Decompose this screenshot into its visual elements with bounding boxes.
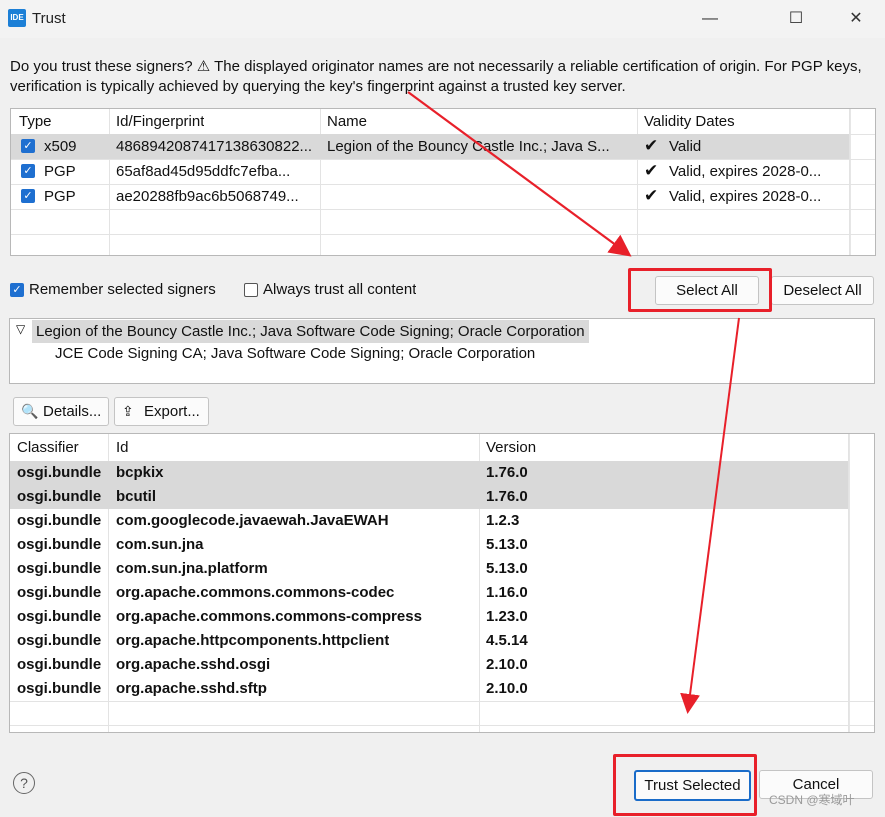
select-all-highlight-box xyxy=(628,268,772,312)
trust-message: Do you trust these signers? ⚠ The displa… xyxy=(10,58,862,95)
artifact-row[interactable]: osgi.bundle bcpkix 1.76.0 xyxy=(10,461,848,485)
signer-row[interactable]: ✓ PGP ae20288fb9ac6b5068749... ✔ Valid, … xyxy=(11,184,849,209)
signer-type: PGP xyxy=(44,188,76,205)
signer-checkbox[interactable]: ✓ xyxy=(21,164,35,178)
signer-checkbox[interactable]: ✓ xyxy=(21,189,35,203)
artifact-id: org.apache.httpcomponents.httpclient xyxy=(116,632,390,649)
artifact-row[interactable]: osgi.bundle org.apache.commons.commons-co… xyxy=(10,581,848,605)
ide-app-icon: IDE xyxy=(8,9,26,27)
signer-id: 4868942087417138630822... xyxy=(116,138,313,155)
signer-validity: Valid xyxy=(669,138,702,155)
artifact-classifier: osgi.bundle xyxy=(17,560,102,577)
artifact-id: com.sun.jna.platform xyxy=(116,560,268,577)
artifact-version: 1.76.0 xyxy=(486,488,528,505)
col-header-version[interactable]: Version xyxy=(486,439,536,456)
artifact-version: 1.23.0 xyxy=(486,608,528,625)
artifact-classifier: osgi.bundle xyxy=(17,632,102,649)
title-bar: IDE Trust — ☐ ✕ xyxy=(0,0,885,38)
col-header-name[interactable]: Name xyxy=(327,113,367,130)
artifact-classifier: osgi.bundle xyxy=(17,464,102,481)
artifact-version: 1.76.0 xyxy=(486,464,528,481)
artifact-classifier: osgi.bundle xyxy=(17,488,102,505)
artifact-classifier: osgi.bundle xyxy=(17,512,102,529)
artifact-version: 1.16.0 xyxy=(486,584,528,601)
signer-type: x509 xyxy=(44,138,77,155)
always-trust-label[interactable]: Always trust all content xyxy=(263,281,416,298)
artifact-row[interactable]: osgi.bundle com.sun.jna.platform 5.13.0 xyxy=(10,557,848,581)
artifact-version: 5.13.0 xyxy=(486,560,528,577)
col-header-id[interactable]: Id/Fingerprint xyxy=(116,113,204,130)
export-icon: ⇪ xyxy=(122,403,134,419)
chain-child-node[interactable]: JCE Code Signing CA; Java Software Code … xyxy=(55,345,535,362)
artifact-id: com.sun.jna xyxy=(116,536,204,553)
artifact-row[interactable]: osgi.bundle org.apache.sshd.osgi 2.10.0 xyxy=(10,653,848,677)
artifact-version: 5.13.0 xyxy=(486,536,528,553)
signer-checkbox[interactable]: ✓ xyxy=(21,139,35,153)
artifact-version: 1.2.3 xyxy=(486,512,520,529)
artifact-id: com.googlecode.javaewah.JavaEWAH xyxy=(116,512,389,529)
export-button[interactable]: ⇪ Export... xyxy=(114,397,209,426)
artifact-classifier: osgi.bundle xyxy=(17,608,102,625)
artifact-version: 2.10.0 xyxy=(486,656,528,673)
signer-name: Legion of the Bouncy Castle Inc.; Java S… xyxy=(327,138,610,155)
col-header-type[interactable]: Type xyxy=(19,113,52,130)
chevron-down-icon[interactable]: ▽ xyxy=(16,322,25,336)
check-mark-icon: ✔ xyxy=(644,186,659,205)
signer-row[interactable]: ✓ x509 4868942087417138630822... Legion … xyxy=(11,134,849,159)
artifact-classifier: osgi.bundle xyxy=(17,584,102,601)
trust-selected-highlight-box xyxy=(613,754,757,816)
maximize-button[interactable]: ☐ xyxy=(776,6,816,32)
col-header-classifier[interactable]: Classifier xyxy=(17,439,79,456)
chain-root-node[interactable]: Legion of the Bouncy Castle Inc.; Java S… xyxy=(32,320,589,343)
signer-id: 65af8ad45d95ddfc7efba... xyxy=(116,163,291,180)
artifact-id: org.apache.commons.commons-compress xyxy=(116,608,422,625)
check-mark-icon: ✔ xyxy=(644,136,659,155)
artifact-classifier: osgi.bundle xyxy=(17,680,102,697)
always-trust-checkbox[interactable] xyxy=(244,283,258,297)
artifact-classifier: osgi.bundle xyxy=(17,656,102,673)
details-button[interactable]: 🔍 Details... xyxy=(13,397,109,426)
artifact-id: bcpkix xyxy=(116,464,164,481)
artifact-version: 4.5.14 xyxy=(486,632,528,649)
artifact-id: org.apache.commons.commons-codec xyxy=(116,584,395,601)
signer-id: ae20288fb9ac6b5068749... xyxy=(116,188,299,205)
check-mark-icon: ✔ xyxy=(644,161,659,180)
artifacts-table: Classifier Id Version osgi.bundle bcpkix 1… xyxy=(9,433,875,733)
artifact-row[interactable]: osgi.bundle org.apache.commons.commons-co… xyxy=(10,605,848,629)
artifact-row[interactable]: osgi.bundle org.apache.httpcomponents.htt… xyxy=(10,629,848,653)
artifact-id: org.apache.sshd.osgi xyxy=(116,656,271,673)
help-icon[interactable]: ? xyxy=(13,772,35,794)
deselect-all-button[interactable]: Deselect All xyxy=(771,276,874,305)
remember-signers-checkbox[interactable]: ✓ xyxy=(10,283,24,297)
close-button[interactable]: ✕ xyxy=(836,6,876,32)
artifact-row[interactable]: osgi.bundle bcutil 1.76.0 xyxy=(10,485,848,509)
signer-row[interactable]: ✓ PGP 65af8ad45d95ddfc7efba... ✔ Valid, … xyxy=(11,159,849,184)
artifact-classifier: osgi.bundle xyxy=(17,536,102,553)
artifact-id: bcutil xyxy=(116,488,156,505)
col-header-artifact-id[interactable]: Id xyxy=(116,439,129,456)
artifact-row[interactable]: osgi.bundle com.sun.jna 5.13.0 xyxy=(10,533,848,557)
artifact-row[interactable]: osgi.bundle org.apache.sshd.sftp 2.10.0 xyxy=(10,677,848,701)
watermark: CSDN @寒域叶 xyxy=(769,793,855,807)
signer-validity: Valid, expires 2028-0... xyxy=(669,188,822,205)
artifacts-scrollbar[interactable] xyxy=(849,434,874,732)
magnifier-icon: 🔍 xyxy=(21,403,39,419)
signers-table: Type Id/Fingerprint Name Validity Dates … xyxy=(10,108,876,256)
certificate-chain-tree: ▽ Legion of the Bouncy Castle Inc.; Java… xyxy=(9,318,875,384)
artifact-row[interactable]: osgi.bundle com.googlecode.javaewah.JavaE… xyxy=(10,509,848,533)
signer-validity: Valid, expires 2028-0... xyxy=(669,163,822,180)
signer-type: PGP xyxy=(44,163,76,180)
remember-signers-label[interactable]: Remember selected signers xyxy=(29,281,216,298)
artifact-id: org.apache.sshd.sftp xyxy=(116,680,267,697)
minimize-button[interactable]: — xyxy=(690,6,730,32)
artifact-version: 2.10.0 xyxy=(486,680,528,697)
col-header-validity[interactable]: Validity Dates xyxy=(644,113,735,130)
window-title: Trust xyxy=(32,10,66,27)
